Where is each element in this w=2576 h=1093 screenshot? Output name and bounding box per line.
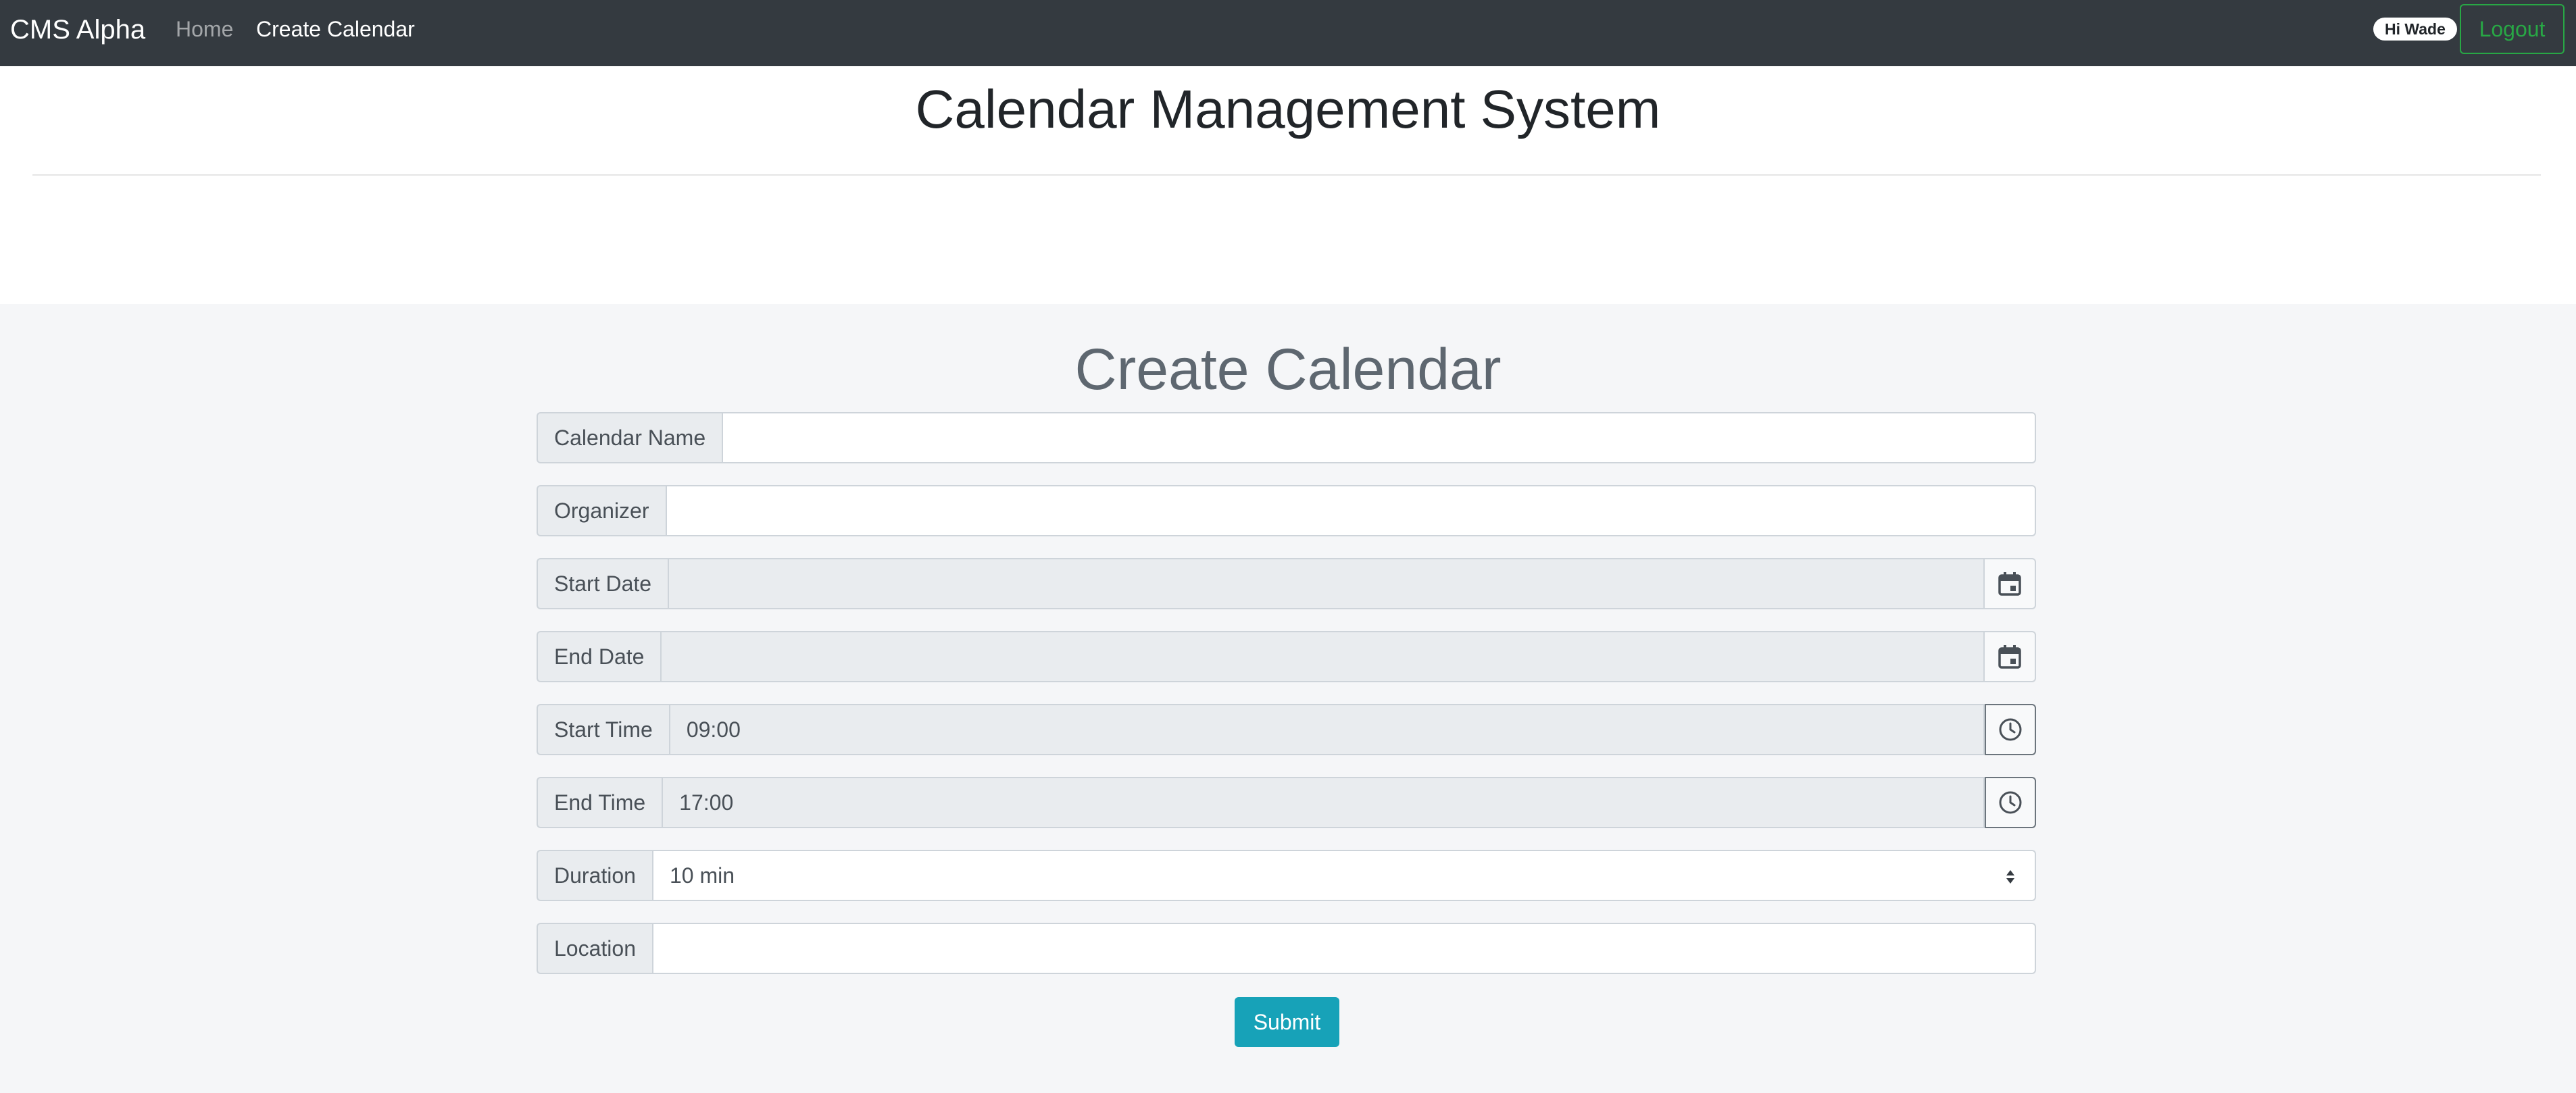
start-time-label: Start Time <box>537 704 669 755</box>
calendar-name-label: Calendar Name <box>537 412 722 463</box>
start-time-picker-button[interactable] <box>1985 704 2036 755</box>
user-greeting-badge: Hi Wade <box>2373 18 2457 41</box>
location-label: Location <box>537 923 652 974</box>
organizer-input[interactable] <box>665 485 2036 536</box>
page-title: Calendar Management System <box>915 79 1661 139</box>
calendar-name-row: Calendar Name <box>537 412 2036 463</box>
clock-icon <box>1999 718 2022 741</box>
end-date-picker-button[interactable] <box>1985 631 2036 682</box>
end-date-label: End Date <box>537 631 661 682</box>
start-time-input[interactable]: 09:00 <box>668 704 1985 755</box>
organizer-row: Organizer <box>537 485 2036 536</box>
duration-select[interactable]: 10 min <box>651 850 2036 901</box>
start-date-input[interactable] <box>668 558 1985 609</box>
end-time-input[interactable]: 17:00 <box>662 777 1985 828</box>
calendar-icon <box>1998 645 2021 669</box>
select-caret-icon <box>2006 870 2014 884</box>
location-row: Location <box>537 923 2036 974</box>
end-time-row: End Time 17:00 <box>537 777 2036 828</box>
brand-logo[interactable]: CMS Alpha <box>10 14 145 46</box>
end-time-label: End Time <box>537 777 662 828</box>
start-time-row: Start Time 09:00 <box>537 704 2036 755</box>
submit-button[interactable]: Submit <box>1235 997 1339 1047</box>
top-navbar: CMS Alpha Home Create Calendar Hi Wade L… <box>0 0 2576 66</box>
logout-button[interactable]: Logout <box>2460 4 2565 54</box>
duration-selected-value: 10 min <box>669 863 735 888</box>
start-date-label: Start Date <box>537 558 668 609</box>
nav-link-create-calendar[interactable]: Create Calendar <box>256 15 415 43</box>
end-time-picker-button[interactable] <box>1985 777 2036 828</box>
start-date-picker-button[interactable] <box>1985 558 2036 609</box>
start-date-row: Start Date <box>537 558 2036 609</box>
nav-link-home[interactable]: Home <box>176 15 233 43</box>
duration-row: Duration 10 min <box>537 850 2036 901</box>
calendar-icon <box>1998 572 2021 596</box>
organizer-label: Organizer <box>537 485 666 536</box>
header-divider <box>32 174 2541 176</box>
end-date-row: End Date <box>537 631 2036 682</box>
end-date-input[interactable] <box>660 631 1985 682</box>
clock-icon <box>1999 791 2022 814</box>
calendar-name-input[interactable] <box>722 412 2036 463</box>
duration-label: Duration <box>537 850 652 901</box>
form-title: Create Calendar <box>1074 337 1502 402</box>
location-input[interactable] <box>651 923 2036 974</box>
